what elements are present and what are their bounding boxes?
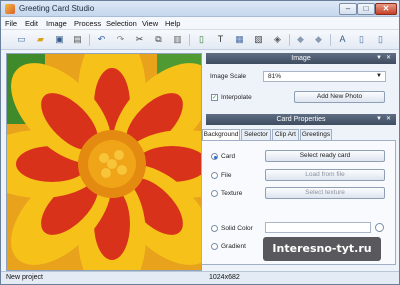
gradient-radio[interactable] — [211, 243, 218, 250]
tab-selector[interactable]: Selector — [241, 129, 271, 140]
card-radio[interactable] — [211, 153, 218, 160]
card-panel-header: Card Properties ▼ ✕ — [206, 114, 396, 125]
image-panel-header: Image ▼ ✕ — [206, 53, 396, 64]
interpolate-checkbox[interactable]: ✓ — [211, 94, 218, 101]
new-icon[interactable]: ▭ — [15, 33, 28, 46]
frame-icon[interactable]: ▧ — [252, 33, 265, 46]
paste-icon[interactable]: ▥ — [171, 33, 184, 46]
window-title: Greeting Card Studio — [19, 4, 95, 13]
toolbar: ▭ ▰ ▣ ▤ ↶ ↷ ✂ ⧉ ▥ ▯ T ▦ ▧ ◈ ◆ ◆ A ▯ ▯ — [1, 30, 399, 50]
image-icon[interactable]: ▦ — [233, 33, 246, 46]
effects-icon[interactable]: ◈ — [271, 33, 284, 46]
interpolate-label: Interpolate — [221, 94, 252, 101]
tab-clip-art[interactable]: Clip Art — [272, 129, 299, 140]
maximize-button[interactable]: □ — [357, 3, 375, 15]
chevron-down-icon: ▼ — [376, 73, 382, 79]
close-panel-icon[interactable]: ✕ — [386, 53, 391, 64]
status-dimensions: 1024x682 — [209, 274, 240, 281]
redo-icon[interactable]: ↷ — [114, 33, 127, 46]
menu-view[interactable]: View — [142, 19, 158, 28]
copy-icon[interactable]: ⧉ — [152, 33, 165, 46]
close-panel-icon[interactable]: ✕ — [386, 114, 391, 125]
image-canvas[interactable] — [6, 53, 202, 271]
status-bar: New project 1024x682 — [1, 271, 399, 284]
color-picker-icon[interactable] — [375, 223, 384, 232]
file-radio[interactable] — [211, 172, 218, 179]
solid-color-label: Solid Color — [221, 225, 253, 232]
menu-process[interactable]: Process — [74, 19, 101, 28]
close-button[interactable]: ✕ — [375, 3, 397, 15]
move-down-icon[interactable]: ◆ — [312, 33, 325, 46]
menu-bar: File Edit Image Process Selection View H… — [1, 17, 399, 30]
menu-edit[interactable]: Edit — [25, 19, 38, 28]
file-option-label: File — [221, 172, 232, 179]
load-file-button[interactable]: Load from file — [265, 169, 385, 181]
solid-color-radio[interactable] — [211, 225, 218, 232]
watermark-logo: Interesno-tyt.ru — [263, 237, 381, 261]
minimize-button[interactable]: – — [339, 3, 357, 15]
status-project: New project — [6, 274, 43, 281]
menu-selection[interactable]: Selection — [106, 19, 137, 28]
image-scale-value: 81% — [268, 73, 282, 80]
app-window: Greeting Card Studio – □ ✕ File Edit Ima… — [0, 0, 400, 285]
gradient-label: Gradient — [221, 243, 246, 250]
title-bar[interactable]: Greeting Card Studio – □ ✕ — [1, 1, 399, 17]
text-icon[interactable]: T — [214, 33, 227, 46]
image-panel-title: Image — [291, 55, 311, 62]
menu-help[interactable]: Help — [165, 19, 180, 28]
texture-radio[interactable] — [211, 190, 218, 197]
solid-color-field[interactable] — [265, 222, 371, 233]
document-icon[interactable]: ▯ — [195, 33, 208, 46]
toolbar-separator — [89, 34, 90, 46]
move-up-icon[interactable]: ◆ — [294, 33, 307, 46]
page-icon[interactable]: ▯ — [355, 33, 368, 46]
tab-greetings[interactable]: Greetings — [300, 129, 332, 140]
font-icon[interactable]: A — [336, 33, 349, 46]
select-texture-button[interactable]: Select texture — [265, 187, 385, 199]
menu-image[interactable]: Image — [46, 19, 67, 28]
save-icon[interactable]: ▣ — [53, 33, 66, 46]
dropdown-icon[interactable]: ▼ — [376, 114, 382, 125]
image-scale-select[interactable]: 81% ▼ — [263, 71, 386, 82]
toolbar-separator — [289, 34, 290, 46]
texture-option-label: Texture — [221, 190, 243, 197]
add-photo-button[interactable]: Add New Photo — [294, 91, 385, 103]
app-icon — [5, 4, 15, 14]
cut-icon[interactable]: ✂ — [133, 33, 146, 46]
image-scale-label: Image Scale — [210, 73, 247, 80]
toolbar-separator — [189, 34, 190, 46]
menu-file[interactable]: File — [5, 19, 17, 28]
flower-photo — [7, 54, 201, 270]
select-card-button[interactable]: Select ready card — [265, 150, 385, 162]
dropdown-icon[interactable]: ▼ — [376, 53, 382, 64]
export-icon[interactable]: ▯ — [374, 33, 387, 46]
open-icon[interactable]: ▰ — [34, 33, 47, 46]
print-icon[interactable]: ▤ — [71, 33, 84, 46]
toolbar-separator — [330, 34, 331, 46]
card-option-label: Card — [221, 153, 236, 160]
card-panel-title: Card Properties — [276, 116, 326, 123]
undo-icon[interactable]: ↶ — [95, 33, 108, 46]
